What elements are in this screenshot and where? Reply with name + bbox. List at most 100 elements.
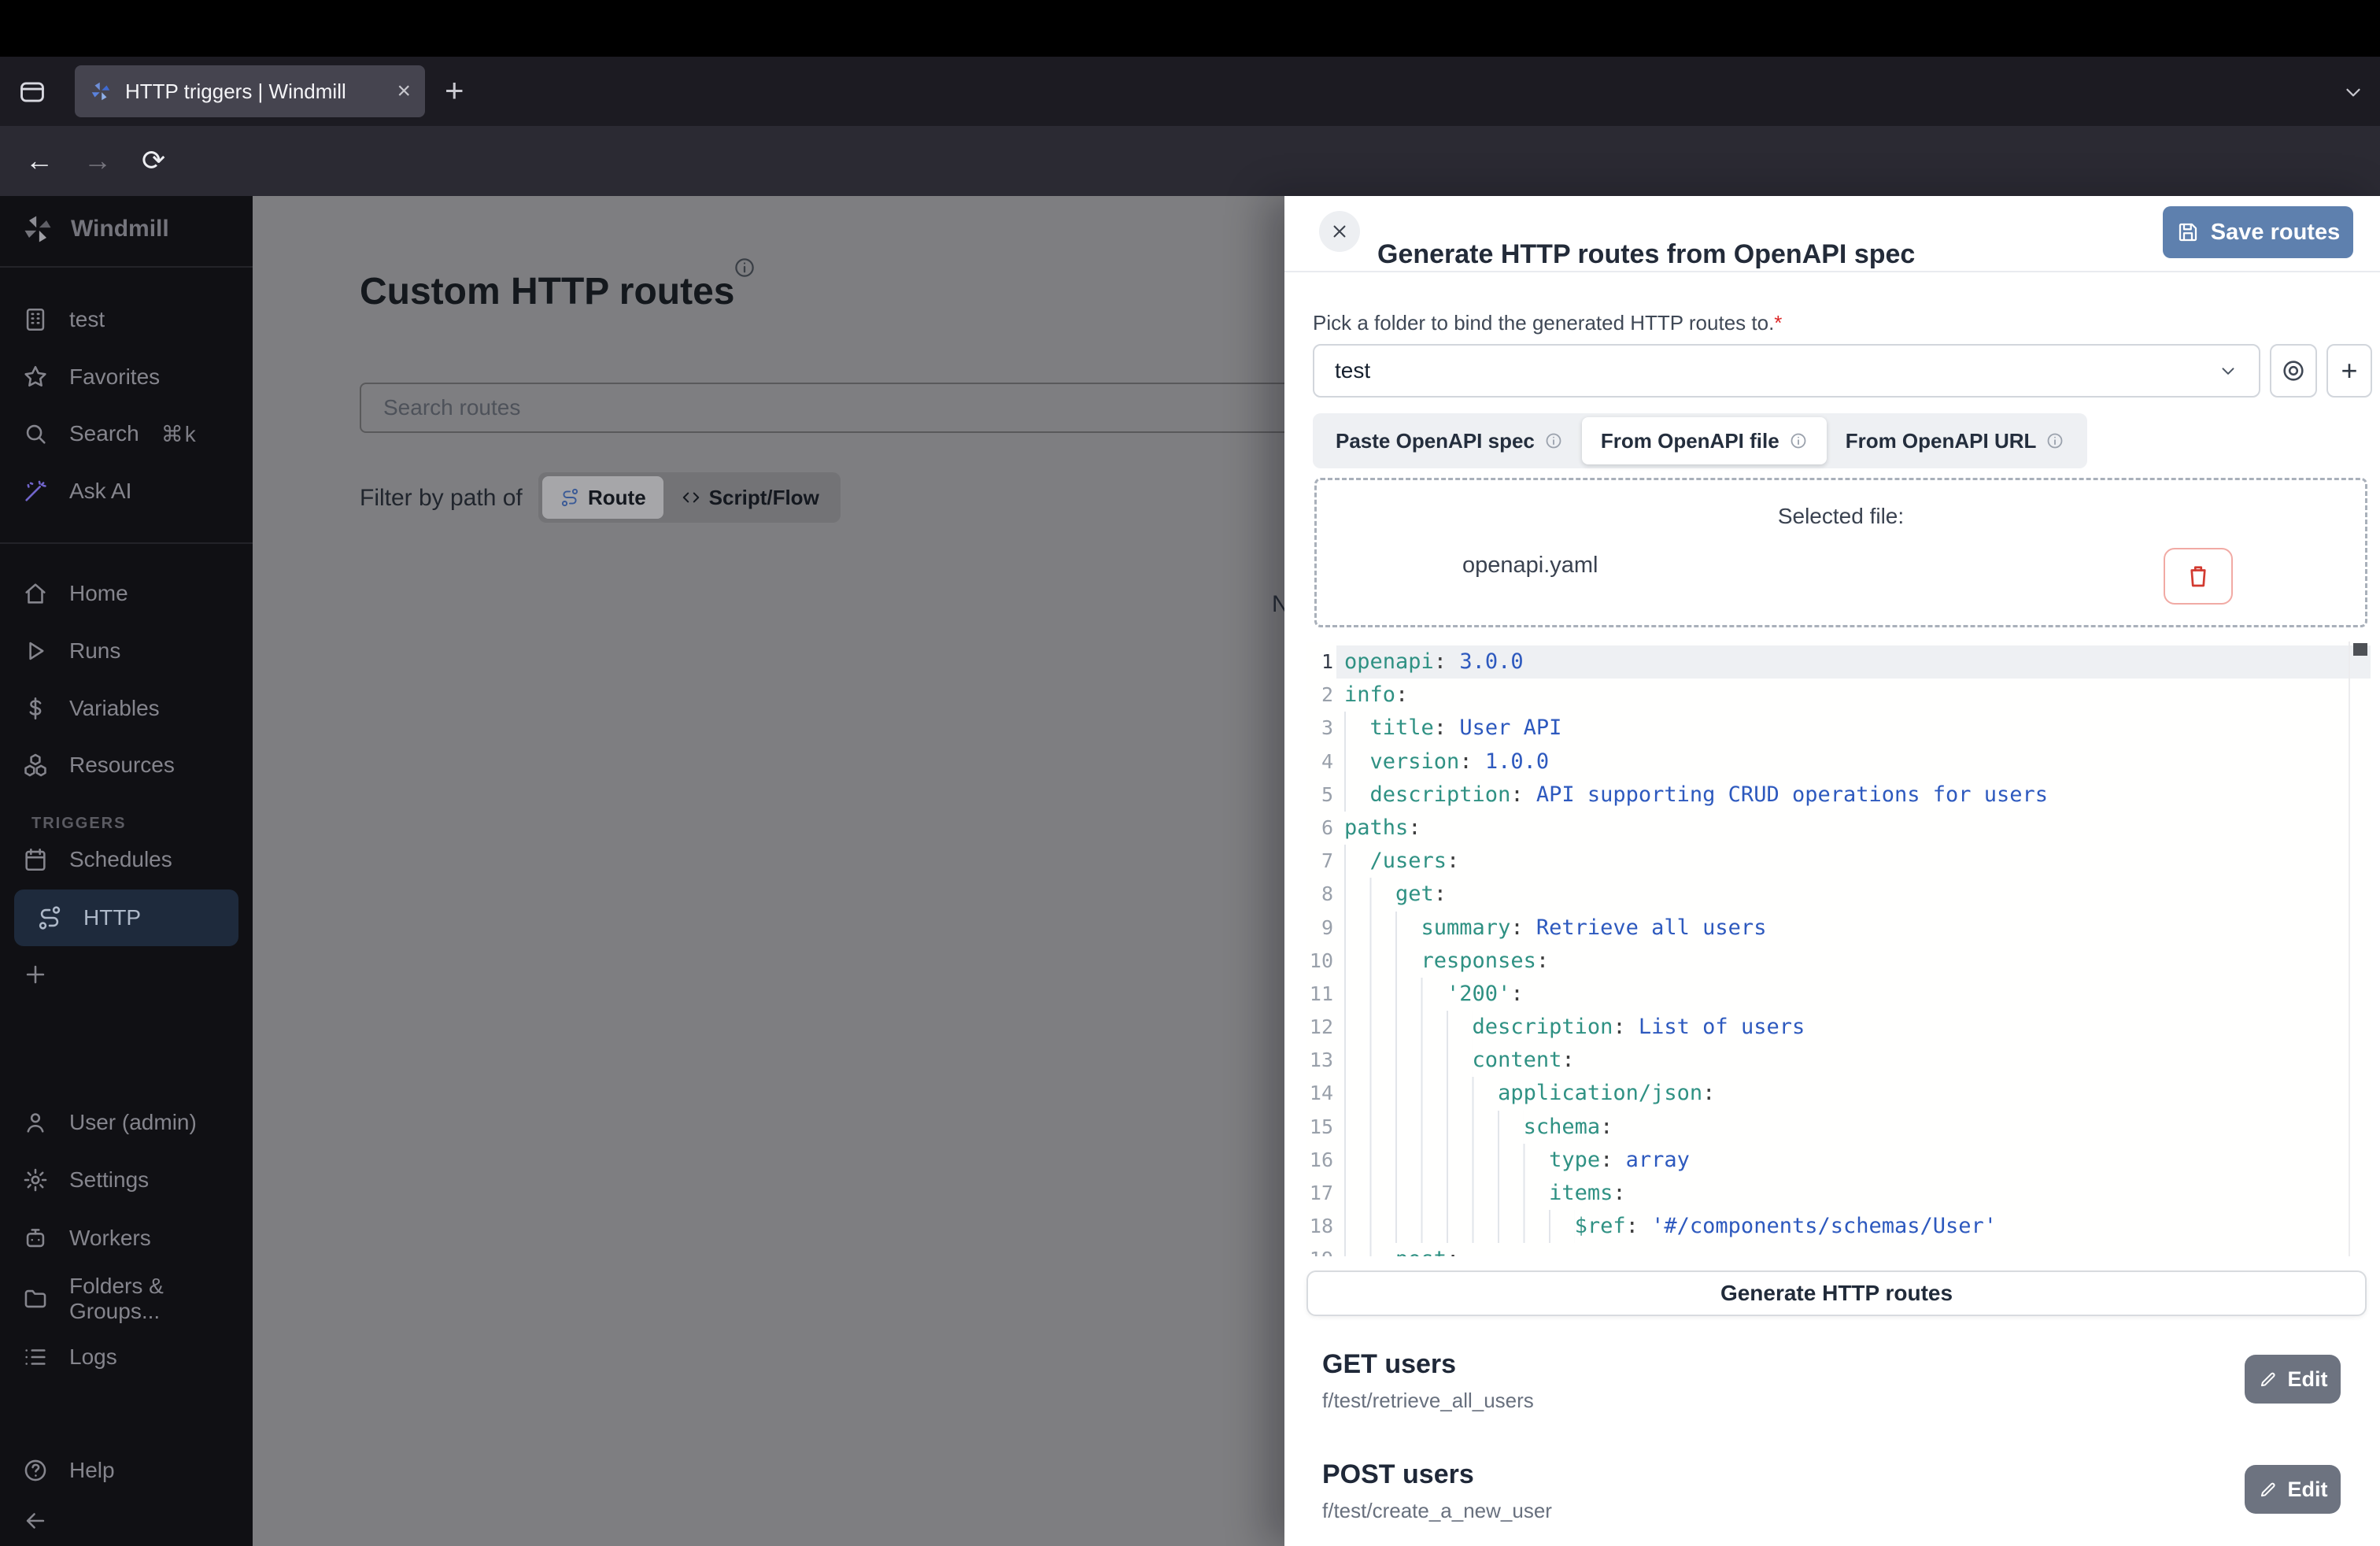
code-line[interactable]: 7 /users: — [1306, 845, 2371, 878]
sidebar-item-label: Settings — [69, 1167, 149, 1193]
line-number: 3 — [1306, 712, 1333, 745]
tab-paste-openapi-spec[interactable]: Paste OpenAPI spec — [1317, 417, 1582, 464]
sidebar-item-http[interactable]: HTTP — [14, 890, 238, 946]
info-icon — [2046, 431, 2064, 450]
brand[interactable]: Windmill — [20, 205, 169, 253]
browser-tab[interactable]: HTTP triggers | Windmill × — [75, 65, 425, 117]
gear-icon — [22, 1167, 49, 1193]
code-text: type: array — [1344, 1144, 1690, 1177]
code-line[interactable]: 19 post: — [1306, 1243, 2371, 1256]
code-line[interactable]: 18 $ref: '#/components/schemas/User' — [1306, 1210, 2371, 1243]
sidebar-item-workers[interactable]: Workers — [0, 1210, 253, 1267]
generate-routes-button[interactable]: Generate HTTP routes — [1306, 1270, 2367, 1316]
sidebar-item-label: Ask AI — [69, 479, 131, 504]
info-icon — [1544, 431, 1563, 450]
firefox-view-icon[interactable] — [17, 77, 47, 107]
code-line[interactable]: 12 description: List of users — [1306, 1011, 2371, 1044]
list-icon — [22, 1344, 49, 1370]
drawer-title: Generate HTTP routes from OpenAPI spec — [1377, 237, 1915, 272]
edit-route-button[interactable]: Edit — [2245, 1355, 2341, 1404]
code-line[interactable]: 17 items: — [1306, 1177, 2371, 1210]
code-text: description: List of users — [1344, 1011, 1805, 1044]
sidebar-item-folders-groups[interactable]: Folders & Groups... — [0, 1270, 253, 1327]
sidebar-item-home[interactable]: Home — [0, 565, 253, 622]
info-icon[interactable] — [733, 256, 756, 279]
tab-from-openapi-file[interactable]: From OpenAPI file — [1582, 417, 1827, 464]
divider — [0, 542, 253, 544]
code-line[interactable]: 3 title: User API — [1306, 712, 2371, 745]
close-button[interactable] — [1319, 211, 1360, 252]
sidebar-item-label: Folders & Groups... — [69, 1274, 253, 1324]
code-line[interactable]: 15 schema: — [1306, 1111, 2371, 1144]
window-titlebar — [0, 0, 2380, 57]
tab-from-openapi-url[interactable]: From OpenAPI URL — [1827, 417, 2084, 464]
code-text: openapi: 3.0.0 — [1344, 645, 1524, 679]
sidebar-item-logs[interactable]: Logs — [0, 1329, 253, 1385]
wand-icon — [22, 478, 49, 505]
star-icon — [22, 364, 49, 390]
code-line[interactable]: 16 type: array — [1306, 1144, 2371, 1177]
sidebar-item-label: Help — [69, 1458, 115, 1483]
save-routes-button[interactable]: Save routes — [2163, 206, 2353, 258]
code-text: application/json: — [1344, 1077, 1715, 1110]
filter-option-script-flow[interactable]: Script/Flow — [663, 476, 837, 519]
sidebar-item-test[interactable]: test — [0, 291, 253, 348]
code-line[interactable]: 11 '200': — [1306, 978, 2371, 1011]
sidebar-item-label: HTTP — [83, 905, 141, 930]
back-button[interactable]: ← — [25, 146, 54, 175]
code-line[interactable]: 5 description: API supporting CRUD opera… — [1306, 779, 2371, 812]
add-folder-button[interactable]: + — [2326, 344, 2372, 398]
minimap-slider[interactable] — [2353, 643, 2367, 656]
line-number: 8 — [1306, 878, 1333, 911]
code-line[interactable]: 14 application/json: — [1306, 1077, 2371, 1110]
user-icon — [22, 1109, 49, 1136]
selected-file-heading: Selected file: — [1317, 504, 2365, 529]
pencil-icon — [2258, 1479, 2278, 1500]
code-text: get: — [1344, 878, 1447, 911]
code-line[interactable]: 10 responses: — [1306, 945, 2371, 978]
code-line[interactable]: 2info: — [1306, 679, 2371, 712]
edit-route-button[interactable]: Edit — [2245, 1465, 2341, 1514]
sidebar-item-label: Search — [69, 421, 139, 446]
sidebar-item-settings[interactable]: Settings — [0, 1152, 253, 1208]
spec-source-tabs: Paste OpenAPI spec From OpenAPI file From … — [1313, 413, 2087, 468]
play-icon — [22, 638, 49, 664]
sidebar-item-help[interactable]: Help — [0, 1442, 253, 1499]
code-line[interactable]: 13 content: — [1306, 1044, 2371, 1077]
filter-option-label: Script/Flow — [709, 486, 819, 510]
reload-button[interactable]: ⟳ — [142, 146, 165, 175]
sidebar-item-favorites[interactable]: Favorites — [0, 349, 253, 405]
list-all-tabs-icon[interactable] — [2341, 80, 2365, 104]
folder-select[interactable]: test — [1313, 344, 2260, 398]
new-tab-button[interactable]: + — [445, 74, 464, 107]
view-folder-button[interactable] — [2270, 344, 2317, 398]
sidebar-item-ask-ai[interactable]: Ask AI — [0, 463, 253, 520]
sidebar-item-plus[interactable] — [0, 946, 253, 1003]
tab-close-icon[interactable]: × — [397, 80, 411, 103]
code-text: summary: Retrieve all users — [1344, 912, 1766, 945]
sidebar-item-user-admin[interactable]: User (admin) — [0, 1094, 253, 1151]
sidebar-item-resources[interactable]: Resources — [0, 737, 253, 793]
sidebar-item-arrow-left[interactable] — [0, 1492, 253, 1546]
sidebar-item-variables[interactable]: Variables — [0, 680, 253, 737]
route-path: f/test/retrieve_all_users — [1322, 1386, 2342, 1415]
forward-button[interactable]: → — [83, 146, 112, 175]
code-line[interactable]: 8 get: — [1306, 878, 2371, 911]
filter-option-route[interactable]: Route — [542, 476, 663, 519]
sidebar-item-schedules[interactable]: Schedules — [0, 831, 253, 888]
route-path: f/test/create_a_new_user — [1322, 1496, 2342, 1525]
code-line[interactable]: 6paths: — [1306, 812, 2371, 845]
tab-label: Paste OpenAPI spec — [1336, 429, 1535, 453]
line-number: 11 — [1306, 978, 1333, 1011]
code-line[interactable]: 4 version: 1.0.0 — [1306, 745, 2371, 779]
code-line[interactable]: 1openapi: 3.0.0 — [1306, 645, 2371, 679]
tab-label: From OpenAPI URL — [1846, 429, 2037, 453]
remove-file-button[interactable] — [2164, 548, 2233, 605]
yaml-code-editor[interactable]: 1openapi: 3.0.02info:3 title: User API4 … — [1306, 642, 2371, 1256]
sidebar-item-runs[interactable]: Runs — [0, 623, 253, 679]
browser-tab-bar: HTTP triggers | Windmill × + — [0, 57, 2380, 126]
code-line[interactable]: 9 summary: Retrieve all users — [1306, 912, 2371, 945]
code-text: '200': — [1344, 978, 1524, 1011]
line-number: 19 — [1306, 1243, 1333, 1256]
sidebar-item-search[interactable]: Search⌘k — [0, 405, 253, 462]
